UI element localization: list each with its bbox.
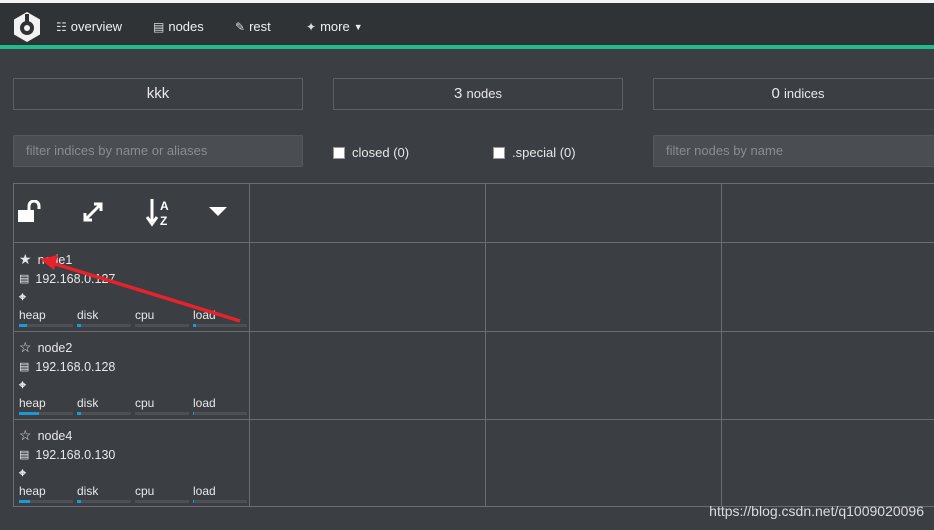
filter-nodes-input[interactable]: filter nodes by name <box>653 135 934 167</box>
crop-icon: ⌖ <box>19 290 27 304</box>
divider <box>13 419 934 420</box>
unlock-icon[interactable] <box>17 200 45 224</box>
stat-load: load <box>193 397 247 415</box>
nav-nodes[interactable]: ▤ nodes <box>153 19 204 34</box>
checkbox[interactable] <box>333 146 345 159</box>
node-ip: 192.168.0.128 <box>35 359 116 374</box>
heap-bar <box>19 324 73 327</box>
stat-heap: heap <box>19 485 73 503</box>
hdd-icon: ▤ <box>19 273 30 285</box>
node-card[interactable]: ☆ node4 ▤ 192.168.0.130 ⌖ heap disk cpu load <box>19 426 247 503</box>
node-card[interactable]: ☆ node2 ▤ 192.168.0.128 ⌖ heap disk cpu load <box>19 338 247 415</box>
disk-bar <box>77 412 131 415</box>
stat-cpu: cpu <box>135 485 189 503</box>
cpu-bar <box>135 500 189 503</box>
node-ip: 192.168.0.130 <box>35 447 116 462</box>
server-icon: ▤ <box>153 19 165 34</box>
stat-cpu: cpu <box>135 397 189 415</box>
closed-checkbox[interactable]: closed (0) <box>333 145 409 160</box>
stat-disk: disk <box>77 485 131 503</box>
disk-bar <box>77 500 131 503</box>
stat-load: load <box>193 485 247 503</box>
load-fill <box>193 500 194 503</box>
edit-icon: ✎ <box>235 19 246 34</box>
load-fill <box>193 324 196 327</box>
heap-bar <box>19 500 73 503</box>
caret-down-icon[interactable] <box>209 207 227 217</box>
divider <box>249 183 250 507</box>
disk-fill <box>77 500 81 503</box>
heap-fill <box>19 324 27 327</box>
heap-fill <box>19 500 30 503</box>
divider <box>721 183 722 507</box>
load-bar <box>193 324 247 327</box>
accent-bar <box>0 45 934 49</box>
nav-overview[interactable]: ☷ overview <box>56 19 122 34</box>
cpu-bar <box>135 412 189 415</box>
node-name: node1 <box>37 252 73 267</box>
hdd-icon: ▤ <box>19 449 30 461</box>
checkbox[interactable] <box>493 146 505 159</box>
stat-load: load <box>193 309 247 327</box>
heap-fill <box>19 412 39 415</box>
indices-count: 0 indices <box>653 78 934 110</box>
node-ip: 192.168.0.127 <box>35 271 116 286</box>
svg-text:Z: Z <box>160 214 167 227</box>
cerebro-logo-icon[interactable] <box>12 11 42 43</box>
heap-bar <box>19 412 73 415</box>
svg-text:A: A <box>160 199 169 213</box>
divider <box>13 331 934 332</box>
divider <box>485 183 486 507</box>
disk-fill <box>77 412 81 415</box>
filter-indices-input[interactable]: filter indices by name or aliases <box>13 135 303 167</box>
crop-icon: ⌖ <box>19 466 27 480</box>
star-outline-icon: ☆ <box>19 427 32 443</box>
sort-alpha-icon[interactable]: AZ <box>146 197 172 227</box>
sitemap-icon: ☷ <box>56 19 67 34</box>
special-checkbox[interactable]: .special (0) <box>493 145 576 160</box>
star-outline-icon: ☆ <box>19 339 32 355</box>
nav-rest[interactable]: ✎ rest <box>235 19 271 34</box>
node-name: node4 <box>37 428 73 443</box>
stat-disk: disk <box>77 397 131 415</box>
stat-disk: disk <box>77 309 131 327</box>
cpu-bar <box>135 324 189 327</box>
hdd-icon: ▤ <box>19 361 30 373</box>
stat-heap: heap <box>19 397 73 415</box>
disk-fill <box>77 324 81 327</box>
load-bar <box>193 500 247 503</box>
star-filled-icon: ★ <box>19 251 32 267</box>
divider <box>13 242 934 243</box>
crop-icon: ⌖ <box>19 378 27 392</box>
navbar: ☷ overview ▤ nodes ✎ rest ✦ more ▼ <box>0 3 934 45</box>
node-name: node2 <box>37 340 73 355</box>
nav-more[interactable]: ✦ more ▼ <box>306 19 363 34</box>
caret-down-icon: ▼ <box>353 21 363 32</box>
cluster-name: kkk <box>13 78 303 110</box>
stat-cpu: cpu <box>135 309 189 327</box>
stat-heap: heap <box>19 309 73 327</box>
magic-wand-icon: ✦ <box>306 19 317 34</box>
load-bar <box>193 412 247 415</box>
nodes-count: 3 nodes <box>333 78 623 110</box>
watermark: https://blog.csdn.net/q1009020096 <box>709 503 924 519</box>
expand-icon[interactable] <box>81 200 105 224</box>
load-fill <box>193 412 194 415</box>
disk-bar <box>77 324 131 327</box>
node-card[interactable]: ★ node1 ▤ 192.168.0.127 ⌖ heap disk cpu load <box>19 250 247 327</box>
